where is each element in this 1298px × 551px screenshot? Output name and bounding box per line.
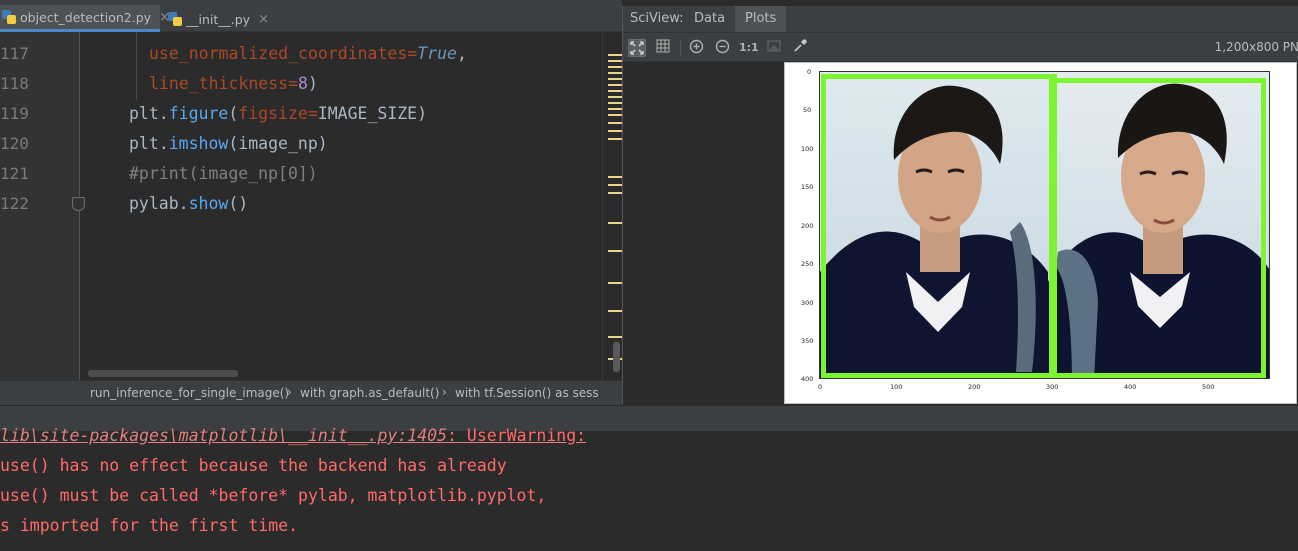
line-number-gutter: 117 118 119 120 121 122: [0, 32, 85, 380]
color-picker-icon[interactable]: [791, 39, 809, 57]
sciview-title: SciView:: [630, 11, 684, 26]
tab-label: object_detection2.py: [20, 9, 152, 25]
x-tick-label: 0: [818, 383, 823, 391]
editor-tab-bar: object_detection2.py × __init__.py ×: [0, 0, 622, 32]
y-tick-label: 300: [801, 299, 814, 307]
traceback-link[interactable]: lib\site-packages\matplotlib\__init__.py…: [0, 426, 447, 445]
zoom-in-icon[interactable]: [687, 39, 705, 57]
tab-plots[interactable]: Plots: [735, 6, 787, 32]
console-line: use() has no effect because the backend …: [0, 456, 507, 475]
python-file-icon: [2, 10, 16, 24]
line-number: 120: [0, 134, 29, 153]
breadcrumb-item[interactable]: with graph.as_default(): [300, 386, 439, 400]
run-console[interactable]: lib\site-packages\matplotlib\__init__.py…: [0, 426, 1298, 551]
plot-axes: [819, 71, 1270, 379]
console-line[interactable]: lib\site-packages\matplotlib\__init__.py…: [0, 421, 586, 451]
code-line-119: plt.figure(figsize=IMAGE_SIZE): [129, 104, 428, 123]
x-tick-label: 100: [890, 383, 903, 391]
line-number: 121: [0, 164, 29, 183]
breadcrumb-item[interactable]: with tf.Session() as sess: [455, 386, 599, 400]
line-number: 122: [0, 194, 29, 213]
tab-init[interactable]: __init__.py ×: [168, 6, 269, 32]
sciview-panel: SciView: Data Plots 1:1 1,200x800 PN 0 5…: [622, 6, 1298, 404]
tab-label: __init__.py: [186, 11, 251, 27]
python-file-icon: [168, 12, 182, 26]
fit-screen-icon[interactable]: [628, 39, 646, 57]
grid-icon[interactable]: [654, 39, 672, 57]
code-editor[interactable]: 117 118 119 120 121 122 use_normalized_c…: [0, 32, 622, 380]
y-tick-label: 250: [801, 260, 814, 268]
x-tick-label: 400: [1124, 383, 1137, 391]
error-stripe[interactable]: [602, 32, 1221, 380]
y-tick-label: 100: [801, 145, 814, 153]
tab-data[interactable]: Data: [684, 6, 735, 32]
breadcrumb-item[interactable]: run_inference_for_single_image(): [90, 386, 289, 400]
close-icon[interactable]: ×: [258, 12, 269, 27]
detection-box: [1049, 78, 1266, 378]
actual-size-icon[interactable]: 1:1: [739, 39, 759, 57]
y-tick-label: 50: [803, 106, 812, 114]
fold-marker-icon[interactable]: [72, 197, 85, 211]
sciview-header: SciView: Data Plots: [623, 6, 1298, 32]
y-tick-label: 150: [801, 183, 814, 191]
breadcrumb-separator: ›: [287, 385, 292, 399]
breadcrumb: run_inference_for_single_image() › with …: [0, 380, 622, 405]
indent-guide: [136, 32, 137, 100]
horizontal-scrollbar[interactable]: [88, 370, 238, 377]
y-tick-label: 350: [801, 337, 814, 345]
console-line: s imported for the first time.: [0, 516, 299, 535]
zoom-out-icon[interactable]: [713, 39, 731, 57]
y-tick-label: 0: [807, 68, 812, 76]
code-line-122: pylab.show(): [129, 194, 249, 213]
line-number: 117: [0, 44, 29, 63]
y-tick-label: 200: [801, 222, 814, 230]
code-line-121: #print(image_np[0]): [129, 164, 318, 183]
warning-label: : UserWarning:: [447, 426, 587, 445]
console-line: use() must be called *before* pylab, mat…: [0, 486, 547, 505]
detection-box: [821, 74, 1057, 378]
tab-object-detection2[interactable]: object_detection2.py ×: [0, 5, 170, 32]
x-tick-label: 300: [1046, 383, 1059, 391]
line-number: 119: [0, 104, 29, 123]
image-info-label: 1,200x800 PN: [1214, 40, 1298, 54]
code-line-117: use_normalized_coordinates=True,: [149, 44, 467, 63]
y-tick-label: 400: [801, 375, 814, 383]
x-tick-label: 500: [1202, 383, 1215, 391]
breadcrumb-separator: ›: [442, 385, 447, 399]
code-line-120: plt.imshow(image_np): [129, 134, 328, 153]
code-line-118: line_thickness=8): [149, 74, 318, 93]
x-tick-label: 200: [968, 383, 981, 391]
line-number: 118: [0, 74, 29, 93]
vertical-scrollbar[interactable]: [613, 342, 620, 372]
sciview-toolbar: 1:1 1,200x800 PN: [623, 32, 1298, 62]
background-icon[interactable]: [765, 39, 783, 57]
plot-canvas[interactable]: 0 50 100 150 200 250 300 350 400 0 100 2…: [784, 62, 1297, 404]
